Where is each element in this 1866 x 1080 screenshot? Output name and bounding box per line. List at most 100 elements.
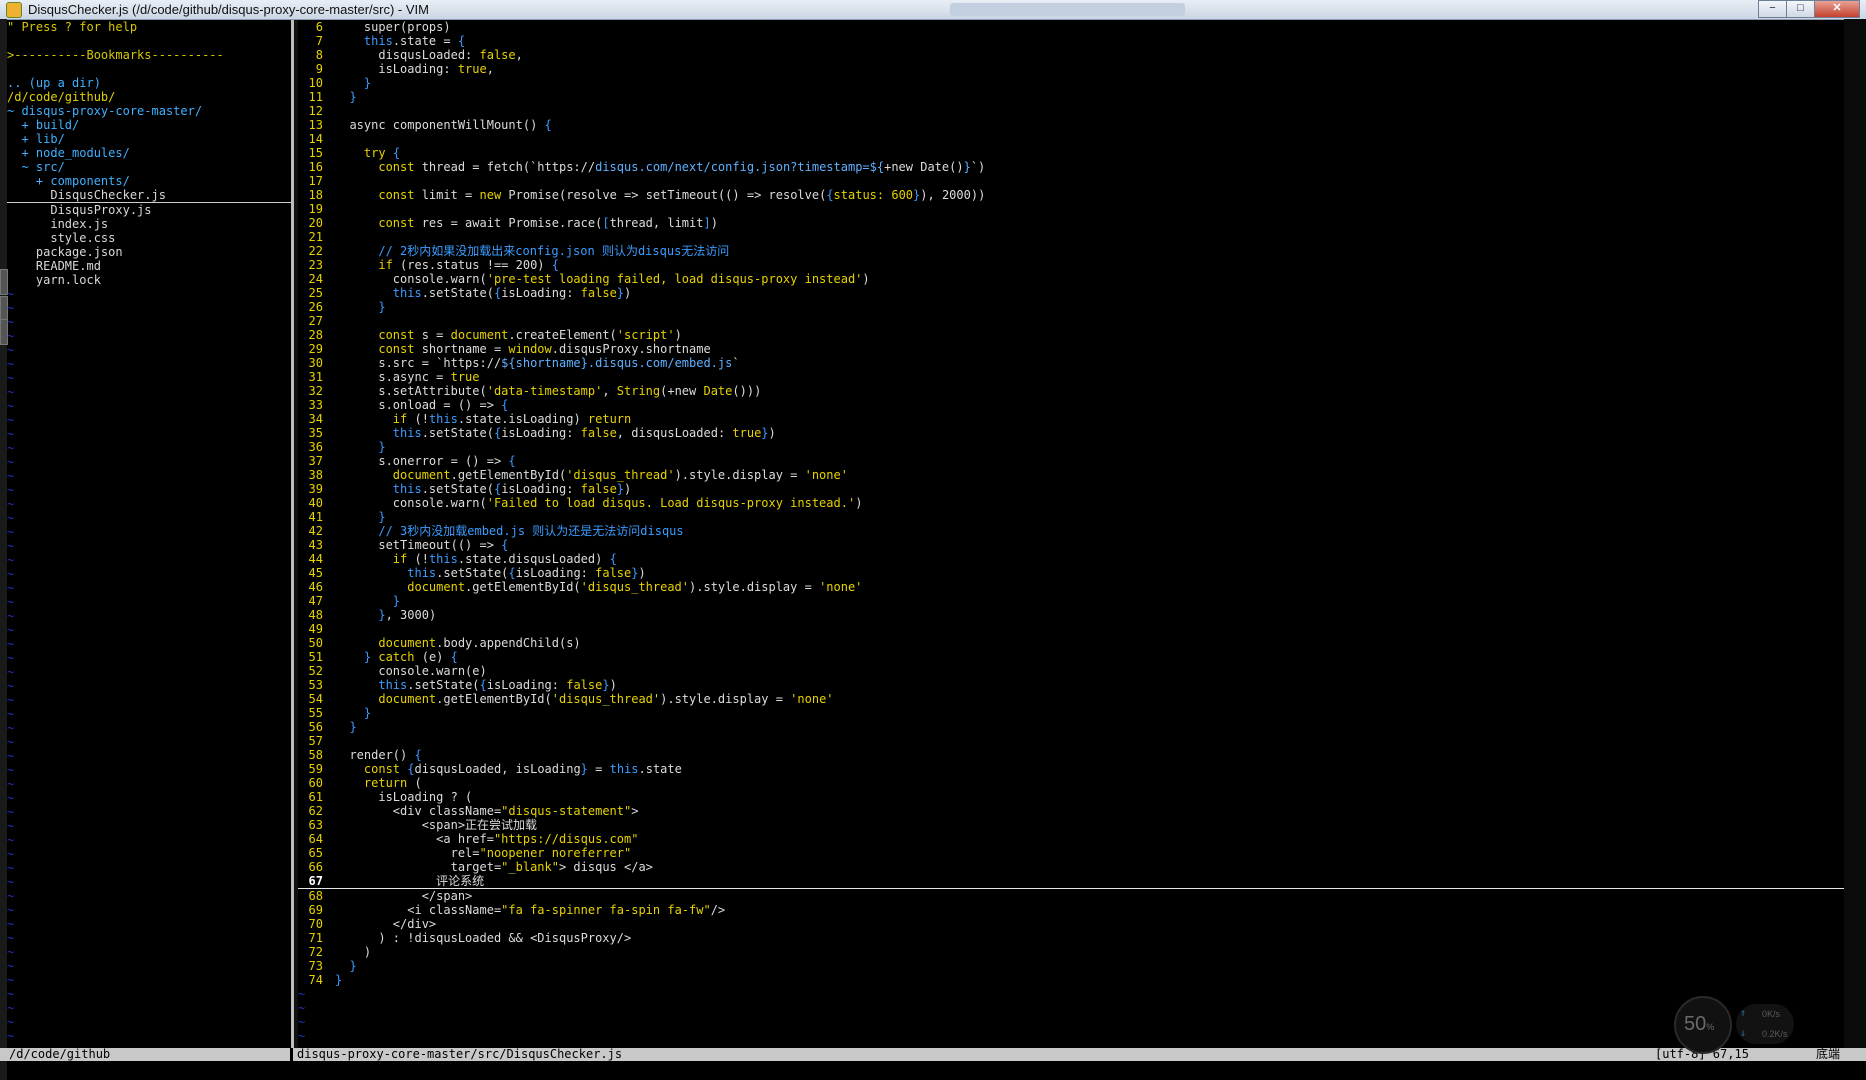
code-line[interactable]: 26 }: [298, 300, 1844, 314]
code-line[interactable]: 43 setTimeout(() => {: [298, 538, 1844, 552]
code-line[interactable]: 58 render() {: [298, 748, 1844, 762]
tree-line[interactable]: + lib/: [7, 132, 291, 146]
code-line[interactable]: 63 <span>正在尝试加载: [298, 818, 1844, 832]
code-line[interactable]: 12: [298, 104, 1844, 118]
maximize-button[interactable]: □: [1786, 0, 1815, 18]
code-line[interactable]: 41 }: [298, 510, 1844, 524]
tree-line[interactable]: DisqusChecker.js: [7, 188, 291, 203]
tree-line[interactable]: yarn.lock: [7, 273, 291, 287]
code-line[interactable]: 14: [298, 132, 1844, 146]
tree-line[interactable]: + build/: [7, 118, 291, 132]
system-monitor-widget[interactable]: 50% ↑ ↓ 0K/s 0.2K/s: [1674, 996, 1794, 1056]
code-line[interactable]: 20 const res = await Promise.race([threa…: [298, 216, 1844, 230]
code-line[interactable]: 18 const limit = new Promise(resolve => …: [298, 188, 1844, 202]
minimize-button[interactable]: −: [1758, 0, 1787, 18]
code-line[interactable]: 59 const {disqusLoaded, isLoading} = thi…: [298, 762, 1844, 776]
line-number: 21: [308, 230, 323, 244]
close-button[interactable]: ✕: [1814, 0, 1860, 18]
tree-line[interactable]: style.css: [7, 231, 291, 245]
code-line[interactable]: 68 </span>: [298, 889, 1844, 903]
code-line[interactable]: 53 this.setState({isLoading: false}): [298, 678, 1844, 692]
code-line[interactable]: 15 try {: [298, 146, 1844, 160]
code-line[interactable]: 60 return (: [298, 776, 1844, 790]
code-line[interactable]: 24 console.warn('pre-test loading failed…: [298, 272, 1844, 286]
code-line[interactable]: 8 disqusLoaded: false,: [298, 48, 1844, 62]
code-editor[interactable]: 6 super(props) 7 this.state = {8 disqusLo…: [298, 20, 1844, 1048]
code-line[interactable]: 49: [298, 622, 1844, 636]
code-line[interactable]: 57: [298, 734, 1844, 748]
code-line[interactable]: 69 <i className="fa fa-spinner fa-spin f…: [298, 903, 1844, 917]
tree-line[interactable]: + node_modules/: [7, 146, 291, 160]
code-line[interactable]: 36 }: [298, 440, 1844, 454]
code-line[interactable]: 67 评论系统: [298, 874, 1844, 889]
code-line[interactable]: 61 isLoading ? (: [298, 790, 1844, 804]
code-line[interactable]: 65 rel="noopener noreferrer": [298, 846, 1844, 860]
code-line[interactable]: 16 const thread = fetch(`https://disqus.…: [298, 160, 1844, 174]
code-line[interactable]: 22 // 2秒内如果没加载出来config.json 则认为disqus无法访…: [298, 244, 1844, 258]
code-line[interactable]: 52 console.warn(e): [298, 664, 1844, 678]
code-line[interactable]: 46 document.getElementById('disqus_threa…: [298, 580, 1844, 594]
code-line[interactable]: 56 }: [298, 720, 1844, 734]
tree-line[interactable]: [7, 62, 291, 76]
code-line[interactable]: 19: [298, 202, 1844, 216]
code-line[interactable]: 73 }: [298, 959, 1844, 973]
code-line[interactable]: 72 ): [298, 945, 1844, 959]
code-line[interactable]: 50 document.body.appendChild(s): [298, 636, 1844, 650]
code-line[interactable]: 7 this.state = {: [298, 34, 1844, 48]
tree-line[interactable]: [7, 34, 291, 48]
code-line[interactable]: 42 // 3秒内没加载embed.js 则认为还是无法访问disqus: [298, 524, 1844, 538]
code-line[interactable]: 31 s.async = true: [298, 370, 1844, 384]
tree-line[interactable]: README.md: [7, 259, 291, 273]
code-line[interactable]: 39 this.setState({isLoading: false}): [298, 482, 1844, 496]
code-line[interactable]: 32 s.setAttribute('data-timestamp', Stri…: [298, 384, 1844, 398]
code-line[interactable]: 45 this.setState({isLoading: false}): [298, 566, 1844, 580]
code-line[interactable]: 30 s.src = `https://${shortname}.disqus.…: [298, 356, 1844, 370]
right-scroll-column[interactable]: [1844, 19, 1866, 1048]
tree-line[interactable]: ~ disqus-proxy-core-master/: [7, 104, 291, 118]
code-line[interactable]: 55 }: [298, 706, 1844, 720]
code-line[interactable]: 38 document.getElementById('disqus_threa…: [298, 468, 1844, 482]
code-line[interactable]: 66 target="_blank"> disqus </a>: [298, 860, 1844, 874]
code-line[interactable]: 70 </div>: [298, 917, 1844, 931]
tree-line[interactable]: + components/: [7, 174, 291, 188]
nerdtree-panel[interactable]: " Press ? for help >----------Bookmarks--…: [7, 20, 291, 1048]
code-line[interactable]: 28 const s = document.createElement('scr…: [298, 328, 1844, 342]
code-line[interactable]: 51 } catch (e) {: [298, 650, 1844, 664]
tree-line[interactable]: package.json: [7, 245, 291, 259]
code-line[interactable]: 40 console.warn('Failed to load disqus. …: [298, 496, 1844, 510]
tree-line[interactable]: index.js: [7, 217, 291, 231]
code-line[interactable]: 35 this.setState({isLoading: false, disq…: [298, 426, 1844, 440]
tree-line[interactable]: >----------Bookmarks----------: [7, 48, 291, 62]
code-line[interactable]: 44 if (!this.state.disqusLoaded) {: [298, 552, 1844, 566]
code-line[interactable]: 34 if (!this.state.isLoading) return: [298, 412, 1844, 426]
code-line[interactable]: 29 const shortname = window.disqusProxy.…: [298, 342, 1844, 356]
code-line[interactable]: 47 }: [298, 594, 1844, 608]
code-line[interactable]: 9 isLoading: true,: [298, 62, 1844, 76]
code-line[interactable]: 62 <div className="disqus-statement">: [298, 804, 1844, 818]
tree-line[interactable]: DisqusProxy.js: [7, 203, 291, 217]
tree-line[interactable]: ~ src/: [7, 160, 291, 174]
code-text: }, 3000): [378, 608, 437, 622]
tree-line[interactable]: " Press ? for help: [7, 20, 291, 34]
code-line[interactable]: 23 if (res.status !== 200) {: [298, 258, 1844, 272]
empty-line-marker: ~: [7, 889, 15, 903]
code-line[interactable]: 71 ) : !disqusLoaded && <DisqusProxy/>: [298, 931, 1844, 945]
vim-app-icon[interactable]: [6, 2, 22, 18]
code-line[interactable]: 6 super(props): [298, 20, 1844, 34]
code-line[interactable]: 48 }, 3000): [298, 608, 1844, 622]
code-line[interactable]: 17: [298, 174, 1844, 188]
code-line[interactable]: 10 }: [298, 76, 1844, 90]
tree-line[interactable]: /d/code/github/: [7, 90, 291, 104]
code-line[interactable]: 64 <a href="https://disqus.com": [298, 832, 1844, 846]
code-line[interactable]: 54 document.getElementById('disqus_threa…: [298, 692, 1844, 706]
code-line[interactable]: 33 s.onload = () => {: [298, 398, 1844, 412]
code-line[interactable]: 37 s.onerror = () => {: [298, 454, 1844, 468]
code-line[interactable]: 11 }: [298, 90, 1844, 104]
code-line[interactable]: 27: [298, 314, 1844, 328]
code-line[interactable]: 21: [298, 230, 1844, 244]
line-number: 42: [308, 524, 323, 538]
code-line[interactable]: 25 this.setState({isLoading: false}): [298, 286, 1844, 300]
code-line[interactable]: 13 async componentWillMount() {: [298, 118, 1844, 132]
code-line[interactable]: 74}: [298, 973, 1844, 987]
tree-line[interactable]: .. (up a dir): [7, 76, 291, 90]
